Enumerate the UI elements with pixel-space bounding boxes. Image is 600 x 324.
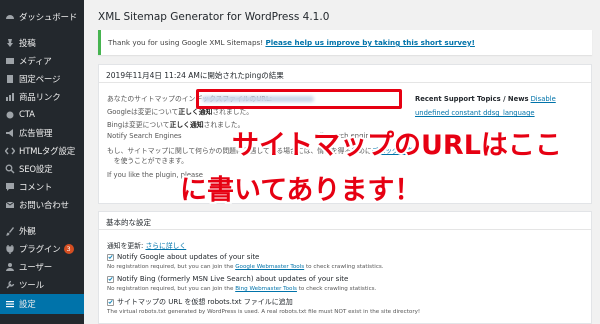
update-notify-label: 通知を更新: さらに詳しく [107,240,186,250]
sidebar-item-label: 投稿 [19,39,36,49]
update-notify-text: 通知を更新: [107,242,146,250]
sidebar-item-dashboard[interactable]: ダッシュボード [0,6,84,28]
disable-news-link[interactable]: Disable [531,95,556,103]
sidebar-item-label: 商品リンク [19,93,61,103]
sidebar-item-settings[interactable]: 設定 [0,294,84,314]
google-ping-suffix: されました。 [212,108,254,116]
note-text: The virtual robots.txt generated by Word… [107,309,421,315]
sidebar-item-label: 外観 [19,227,36,237]
update-count-badge: 3 [63,244,74,254]
highlight-box [196,89,402,109]
page-title: XML Sitemap Generator for WordPress 4.1.… [98,11,330,23]
debug-link[interactable]: デバッグ機能 [372,147,413,155]
google-ping-status: 正しく通知 [178,108,213,116]
notify-google-note: No registration required, but you can jo… [107,264,384,270]
survey-link[interactable]: Please help us improve by taking this sh… [265,38,474,47]
sidebar-item-label: 設定 [19,300,36,310]
note-suffix: to check crawling statistics. [296,286,377,292]
page-icon [5,74,15,84]
sidebar-item-label: メディア [19,57,52,67]
notify-bing-checkbox[interactable] [107,275,114,283]
notify-google-checkbox[interactable] [107,253,114,261]
note-text: No registration required, but you can jo… [107,286,236,292]
rate-text: If you like the plugin, please [107,171,203,179]
robots-txt-label: サイトマップの URL を仮想 robots.txt ファイルに追加 [117,298,293,306]
notify-bing-note: No registration required, but you can jo… [107,286,376,292]
sidebar-item-label: プラグイン [19,245,61,255]
chart-icon [5,92,15,102]
mail-icon [5,200,15,210]
google-ping-prefix: Googleは変更について [107,108,179,116]
notify-google-label: Notify Google about updates of your site [117,253,260,261]
sidebar-item-label: 固定ページ [19,75,61,85]
admin-sidebar: ダッシュボード 投稿 メディア 固定ページ 商品リンク CTA 広告管理 HTM… [0,0,84,324]
notify-text: Notify Search Engines [107,132,182,140]
bing-ping-status: 正しく通知 [169,121,204,129]
settings-icon [5,299,15,309]
support-topic-link[interactable]: undefined constant ddsg_language [415,109,535,117]
robots-txt-checkbox[interactable] [107,298,114,306]
robots-txt-option[interactable]: サイトマップの URL を仮想 robots.txt ファイルに追加 [107,297,293,307]
cta-icon [5,110,15,120]
media-icon [5,56,15,66]
main-content: XML Sitemap Generator for WordPress 4.1.… [84,0,600,324]
sidebar-item-label: 広告管理 [19,129,53,139]
debug-suffix: を使うことができます。 [113,157,188,165]
wrench-icon [5,280,15,290]
note-text: No registration required, but you can jo… [107,264,236,270]
comment-icon [5,182,15,192]
notify-bing-label: Notify Bing (formerly MSN Live Search) a… [117,275,349,283]
panel-title: 基本的な設定 [99,212,591,230]
brush-icon [5,226,15,236]
code-icon [5,146,15,156]
sidebar-item-label: コメント [19,183,53,193]
ads-icon [5,128,15,138]
bing-ping-suffix: されました。 [203,121,245,129]
notice-banner: Thank you for using Google XML Sitemaps!… [98,30,592,55]
note-suffix: to check crawling statistics. [304,264,384,270]
sidebar-item-contact[interactable]: お問い合わせ [0,194,84,216]
notify-bing-option[interactable]: Notify Bing (formerly MSN Live Search) a… [107,275,348,283]
rate-line: If you like the plugin, please [107,171,203,179]
sidebar-item-label: お問い合わせ [19,201,69,211]
support-news-heading: Recent Support Topics / News [415,95,529,103]
basic-settings-panel: 基本的な設定 通知を更新: さらに詳しく Notify Google about… [98,211,592,324]
bing-ping-line: Bingは変更について正しく通知されました。 [107,119,244,129]
ping-results-panel: 2019年11月4日 11:24 AMに開始されたpingの結果 あなたのサイト… [98,64,592,204]
sidebar-item-label: ダッシュボード [19,13,78,23]
debug-line: もし、サイトマップに関して何らかの問題に遭遇している場合には、情報を得るためにデ… [107,145,412,155]
debug-prefix: もし、サイトマップに関して何らかの問題に遭遇している場合には、情報を得るために [107,147,372,155]
support-news: Recent Support Topics / News Disable unde… [415,95,585,117]
bing-ping-prefix: Bingは変更について [107,121,170,129]
robots-txt-note: The virtual robots.txt generated by Word… [107,309,420,315]
sidebar-item-label: ユーザー [19,263,53,273]
sidebar-item-label: CTA [19,110,35,120]
sidebar-item-label: SEO設定 [19,165,53,175]
bing-webmaster-tools-link[interactable]: Bing Webmaster Tools [235,286,297,292]
plugin-icon [5,244,15,254]
notify-google-option[interactable]: Notify Google about updates of your site [107,253,259,261]
sidebar-item-label: HTMLタグ設定 [19,147,76,157]
learn-more-link[interactable]: さらに詳しく [145,242,186,250]
dashboard-icon [5,12,15,22]
pin-icon [5,38,15,48]
notify-tail: all search engines. [315,132,380,140]
support-news-title: Recent Support Topics / News Disable [415,95,585,103]
sidebar-item-tools[interactable]: ツール [0,274,84,296]
seo-icon [5,164,15,174]
notice-text: Thank you for using Google XML Sitemaps! [108,38,266,47]
user-icon [5,262,15,272]
sidebar-item-label: ツール [19,281,44,291]
google-webmaster-tools-link[interactable]: Google Webmaster Tools [235,264,304,270]
panel-title: 2019年11月4日 11:24 AMに開始されたpingの結果 [99,65,591,83]
notify-line: Notify Search Engines all search engines… [107,132,380,140]
debug-line-2: デを使うことができます。 [107,155,188,165]
